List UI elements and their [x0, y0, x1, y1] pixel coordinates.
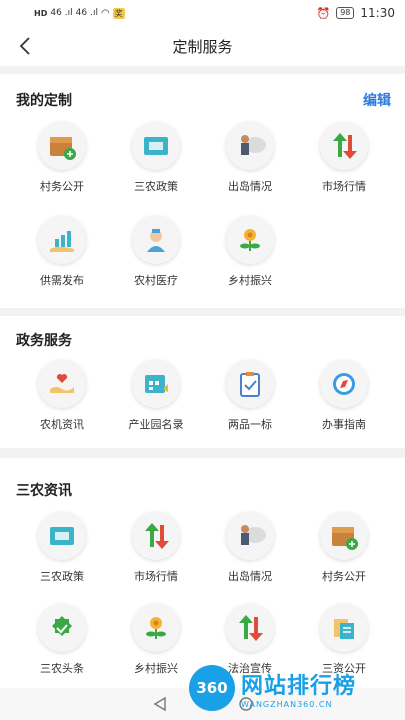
item-label: 市场行情 — [134, 570, 178, 583]
item-revitalize[interactable]: 乡村振兴 — [203, 216, 297, 288]
edit-button[interactable]: 编辑 — [363, 90, 391, 110]
item-label: 三农政策 — [40, 570, 84, 583]
item-label: 出岛情况 — [228, 180, 272, 193]
compass-icon — [320, 360, 368, 408]
person-cloud-icon — [226, 122, 274, 170]
title-bar: 定制服务 — [0, 26, 405, 66]
item-supply[interactable]: 供需发布 — [15, 216, 109, 288]
item-label: 办事指南 — [322, 418, 366, 431]
hand-heart-icon — [38, 360, 86, 408]
flower-icon — [132, 604, 180, 652]
item-village-affairs[interactable]: 村务公开 — [15, 122, 109, 194]
gov-services-section: 政务服务 农机资讯 产业园名录 两品一标 办事指南 — [0, 316, 405, 448]
folder-icon — [38, 512, 86, 560]
person-cloud-icon — [226, 512, 274, 560]
signal-icon-2: 46 — [75, 8, 88, 18]
item-label: 产业园名录 — [128, 418, 184, 431]
chevron-left-icon — [19, 37, 30, 55]
clipboard-check-icon — [226, 360, 274, 408]
item-market[interactable]: 市场行情 — [297, 122, 391, 194]
doctor-icon — [132, 216, 180, 264]
box-add-icon — [320, 512, 368, 560]
item-label: 村务公开 — [322, 570, 366, 583]
updown-arrows-icon — [132, 512, 180, 560]
wifi-icon: ◠ — [101, 7, 110, 19]
section-title-my-custom: 我的定制 — [16, 93, 72, 109]
item-machinery[interactable]: 农机资讯 — [15, 360, 109, 432]
item-label: 出岛情况 — [228, 570, 272, 583]
calendar-icon — [132, 360, 180, 408]
section-title-news: 三农资讯 — [16, 483, 72, 499]
growth-hand-icon — [38, 216, 86, 264]
my-custom-section: 我的定制 编辑 村务公开 三农政策 出岛情况 市场行情 供需发布 农村医疗 乡村… — [0, 74, 405, 308]
item-label: 村务公开 — [40, 180, 84, 193]
item-guide[interactable]: 办事指南 — [297, 360, 391, 432]
section-title-gov: 政务服务 — [16, 333, 72, 349]
alarm-icon: ⏰ — [316, 6, 331, 20]
item-label: 供需发布 — [40, 274, 84, 287]
box-add-icon — [38, 122, 86, 170]
status-bar: HD 46 .ıl 46 .ıl ◠ 奖 ⏰ 98 11:30 — [0, 0, 405, 26]
item-island[interactable]: 出岛情况 — [203, 122, 297, 194]
item-two-products[interactable]: 两品一标 — [203, 360, 297, 432]
item-label: 市场行情 — [322, 180, 366, 193]
item-news-policy[interactable]: 三农政策 — [15, 512, 109, 584]
news-section: 三农资讯 三农政策 市场行情 出岛情况 村务公开 三农头条 乡村振兴 法治宣传 … — [0, 458, 405, 688]
page-title: 定制服务 — [172, 37, 233, 56]
watermark-sub: WANGZHAN360.CN — [241, 699, 333, 709]
badge-check-icon — [38, 604, 86, 652]
folder-icon — [132, 122, 180, 170]
signal-icon: 46 — [50, 8, 62, 18]
watermark-logo: 360 — [189, 665, 235, 711]
battery-icon: 98 — [336, 7, 355, 19]
back-button[interactable] — [14, 34, 36, 58]
item-news-headlines[interactable]: 三农头条 — [15, 604, 109, 676]
flower-icon — [226, 216, 274, 264]
updown-arrows-icon — [320, 122, 368, 170]
item-label: 农机资讯 — [40, 418, 84, 431]
item-label: 乡村振兴 — [134, 662, 178, 675]
nav-back-icon[interactable] — [152, 696, 168, 712]
updown-arrows-icon — [226, 604, 274, 652]
clock: 11:30 — [360, 6, 395, 20]
item-label: 三农头条 — [40, 662, 84, 675]
item-label: 农村医疗 — [134, 274, 178, 287]
item-label: 乡村振兴 — [228, 274, 272, 287]
watermark: 360 网站排行榜 WANGZHAN360.CN — [189, 658, 399, 718]
item-news-market[interactable]: 市场行情 — [109, 512, 203, 584]
item-medical[interactable]: 农村医疗 — [109, 216, 203, 288]
item-policy[interactable]: 三农政策 — [109, 122, 203, 194]
carrier-badge: 奖 — [112, 7, 125, 19]
item-news-village[interactable]: 村务公开 — [297, 512, 391, 584]
item-label: 两品一标 — [228, 418, 272, 431]
item-label: 三农政策 — [134, 180, 178, 193]
item-news-island[interactable]: 出岛情况 — [203, 512, 297, 584]
item-industrial-park[interactable]: 产业园名录 — [109, 360, 203, 432]
docs-icon — [320, 604, 368, 652]
network-label: HD — [34, 8, 48, 18]
watermark-text: 网站排行榜 — [241, 673, 357, 699]
